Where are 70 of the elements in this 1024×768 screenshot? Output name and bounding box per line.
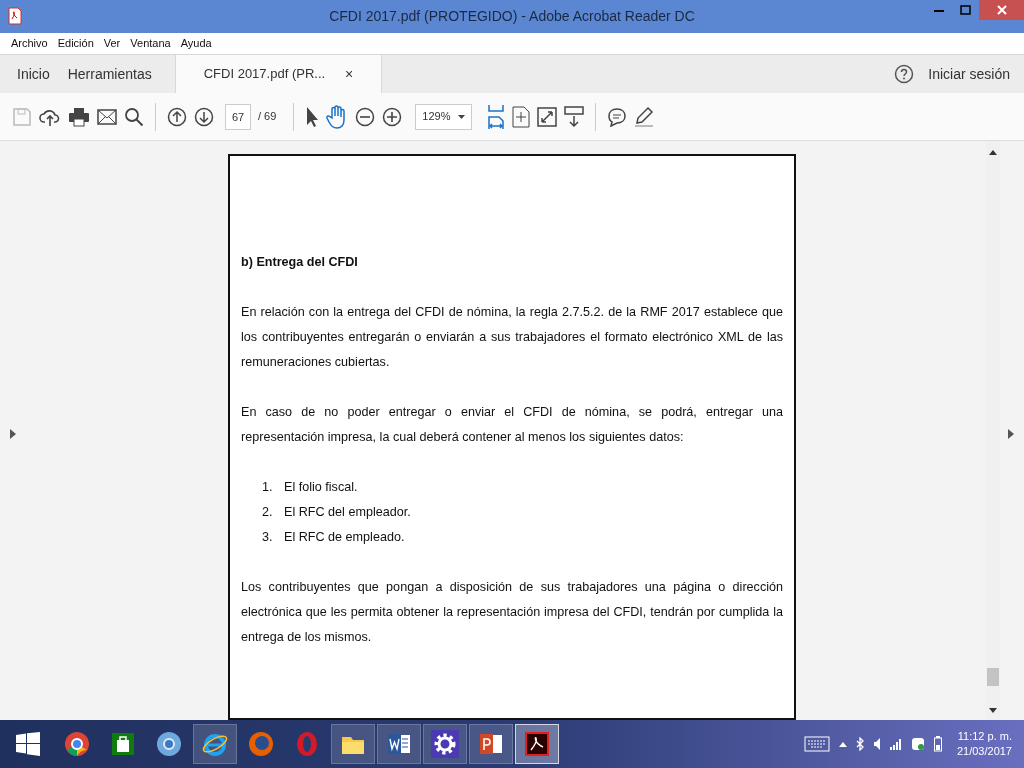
list-number: 3. <box>262 529 274 546</box>
maximize-icon <box>960 5 971 15</box>
zoom-dropdown[interactable]: 129% <box>415 103 473 130</box>
list-item: El RFC de empleado. <box>284 529 405 546</box>
chrome-icon <box>63 730 91 758</box>
mail-icon[interactable] <box>97 108 117 125</box>
document-tab[interactable]: CFDI 2017.pdf (PR... × <box>174 55 383 93</box>
full-screen-icon[interactable] <box>537 106 558 127</box>
clock[interactable]: 11:12 p. m. 21/03/2017 <box>956 729 1018 759</box>
tab-close-button[interactable]: × <box>345 63 354 85</box>
right-arrow-icon[interactable] <box>1008 429 1014 439</box>
menu-item[interactable]: Archivo <box>11 35 48 52</box>
nav-tab[interactable]: Herramientas <box>67 63 152 85</box>
list-number: 2. <box>262 504 274 521</box>
scroll-mode-icon[interactable] <box>564 105 585 128</box>
close-button[interactable] <box>979 0 1024 20</box>
search-icon[interactable] <box>124 106 144 127</box>
pdf-file-icon <box>8 7 22 25</box>
store-bag-icon <box>109 730 137 758</box>
windows-start-icon[interactable] <box>16 732 40 756</box>
page-number-field[interactable]: 67 <box>225 103 251 130</box>
list-item: El folio fiscal. <box>284 479 358 496</box>
bluetooth-icon[interactable] <box>855 737 864 751</box>
zoom-in-icon[interactable] <box>382 106 403 127</box>
caret-icon <box>458 114 466 119</box>
scroll-up-icon[interactable] <box>989 149 997 155</box>
previous-page-icon[interactable] <box>167 106 187 127</box>
list-number: 1. <box>262 479 274 496</box>
taskbar-button[interactable] <box>377 724 421 764</box>
paragraph: Los contribuyentes que pongan a disposición de sus trabajadores una página o dirección electrónica que les permita obtener la representación impresa del CFDI, tendrán por cumplida la entrega de los mismos. <box>241 579 783 646</box>
next-page-icon[interactable] <box>194 106 214 127</box>
signal-icon[interactable] <box>889 738 902 750</box>
minimize-icon <box>933 8 944 12</box>
globe-icon <box>155 730 183 758</box>
close-icon <box>996 5 1007 15</box>
section-heading: b) Entrega del CFDI <box>241 254 359 271</box>
window-title: CFDI 2017.pdf (PROTEGIDO) - Adobe Acrobat Reader DC <box>329 7 695 26</box>
taskbar-button[interactable] <box>515 724 559 764</box>
chevron-up-icon[interactable] <box>838 741 847 747</box>
pen-icon[interactable] <box>634 105 655 128</box>
scroll-down-icon[interactable] <box>989 708 997 714</box>
nav-tab[interactable]: Inicio <box>17 63 50 85</box>
help-icon[interactable] <box>894 64 915 84</box>
fit-width-icon[interactable] <box>487 103 506 130</box>
comment-icon[interactable] <box>607 106 628 127</box>
print-icon[interactable] <box>68 106 90 127</box>
battery-icon[interactable] <box>933 736 942 752</box>
zoom-out-icon[interactable] <box>355 106 376 127</box>
menu-item[interactable]: Edición <box>57 35 94 52</box>
taskbar-button[interactable] <box>331 724 375 764</box>
paragraph: En caso de no poder entregar o enviar el CFDI de nómina, se podrá, entregar una representación impresa, la cual deberá contener al menos los siguientes datos: <box>241 404 783 446</box>
paragraph: En relación con la entrega del CFDI de nómina, la regla 2.7.5.2. de la RMF 2017 establece que los contribuyentes entregarán o enviarán a sus trabajadores el formato electrónico XML de las remuneraciones cubiertas. <box>241 304 783 371</box>
sign-in-link[interactable]: Iniciar sesión <box>928 63 1010 85</box>
menu-item[interactable]: Ver <box>103 35 121 52</box>
taskbar-button[interactable] <box>469 724 513 764</box>
network-icon[interactable] <box>910 737 925 751</box>
pointer-icon[interactable] <box>305 105 320 128</box>
scrollbar-thumb[interactable] <box>987 668 999 686</box>
menu-item[interactable]: Ventana <box>130 35 171 52</box>
tab-label[interactable]: CFDI 2017.pdf (PR... <box>203 64 326 84</box>
menu-item[interactable]: Ayuda <box>180 35 212 52</box>
left-arrow-icon[interactable] <box>10 429 16 439</box>
firefox-icon <box>247 730 275 758</box>
gear-icon <box>431 730 459 758</box>
speaker-icon[interactable] <box>872 737 881 751</box>
page-total: / 69 <box>258 109 277 125</box>
taskbar-button[interactable] <box>423 724 467 764</box>
pdf-reader-icon <box>523 730 551 758</box>
keyboard-icon[interactable] <box>803 736 830 752</box>
list-item: El RFC del empleador. <box>284 504 411 521</box>
